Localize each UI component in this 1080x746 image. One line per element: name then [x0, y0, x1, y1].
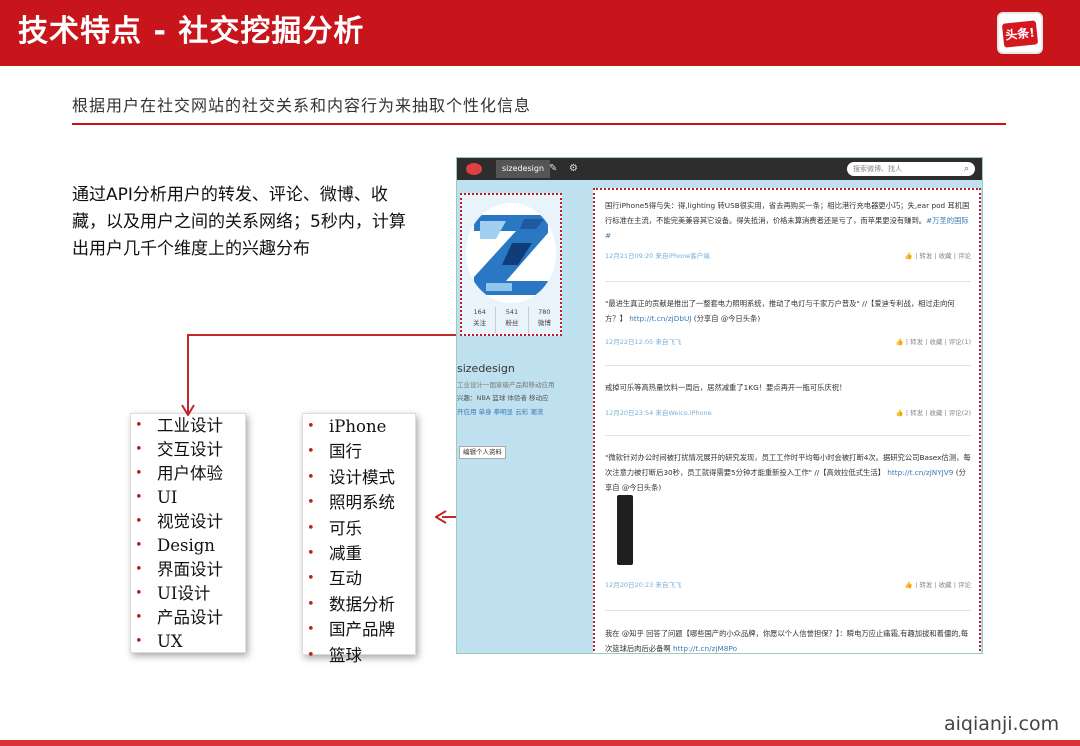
list-item: UX — [131, 630, 245, 654]
post-meta: 12月20日23:54 来自Weico.iPhone 👍 | 转发 | 收藏 |… — [605, 407, 971, 417]
post-divider — [605, 610, 971, 611]
like-icon: 👍 — [895, 338, 904, 346]
feed-post: 我在 @知乎 回答了问题【哪些国产的小众品牌，你愿以个人信誉担保？】：瞬电万应止… — [605, 626, 971, 653]
post-divider — [605, 365, 971, 366]
gear-icon[interactable]: ⚙ — [569, 163, 578, 175]
list-item: 工业设计 — [131, 414, 245, 438]
search-input[interactable]: 搜索微博、找人 ⌕ — [847, 162, 975, 176]
post-link[interactable]: http://t.cn/zjNYJV9 — [887, 468, 953, 477]
weibo-feed: 国行iPhone5得与失：得,lighting 转USB很实用，省去再购买一条；… — [593, 188, 981, 653]
post-time[interactable]: 12月20日23:54 来自Weico.iPhone — [605, 409, 712, 417]
post-time[interactable]: 12月22日12:05 来自飞飞 — [605, 338, 681, 346]
list-item: 交互设计 — [131, 438, 245, 462]
feed-post: "微软针对办公时间被打扰情况展开的研究发现，员工工作时平均每小时会被打断4次。据… — [605, 450, 971, 495]
like-icon: 👍 — [904, 252, 914, 260]
profile-tags: 兴趣：NBA 篮球 体验者 移动应 — [457, 394, 549, 402]
watermark-text: aiqianji.com — [944, 713, 1060, 735]
list-item: 用户体验 — [131, 462, 245, 486]
search-icon[interactable]: ⌕ — [964, 162, 969, 176]
connector-line-profile-v — [187, 334, 189, 414]
profile-stats: 164 关注 541 粉丝 780 微博 — [464, 307, 560, 333]
post-text: "最进生真正的贡献是推出了一整套电力照明系统，推动了电灯与千家万户普及" //【… — [605, 299, 955, 323]
post-time[interactable]: 12月21日09:20 来自iPhone客户端 — [605, 252, 710, 260]
list-item: UI — [131, 486, 245, 510]
subtitle-divider — [72, 123, 1006, 125]
feed-post: 戒掉可乐等高热量饮料一周后，居然减重了1KG！要点再开一瓶可乐庆祝！ — [605, 380, 971, 395]
post-actions[interactable]: 👍 | 转发 | 收藏 | 评论 — [905, 579, 971, 589]
header-bar: 技术特点 - 社交挖掘分析 头条! — [0, 0, 1080, 66]
weibo-screenshot: sizedesign ✎ ⚙ 搜索微博、找人 ⌕ 164 关注 541 粉丝 7… — [456, 157, 983, 654]
list-item: 减重 — [303, 541, 415, 567]
post-meta: 12月21日09:20 来自iPhone客户端 👍 | 转发 | 收藏 | 评论 — [605, 250, 971, 260]
post-link[interactable]: http://t.cn/zjM8Po — [673, 644, 737, 653]
list-item: 数据分析 — [303, 592, 415, 618]
content-interest-list: iPhone 国行 设计模式 照明系统 可乐 减重 互动 数据分析 国产品牌 篮… — [302, 413, 416, 668]
compose-icon[interactable]: ✎ — [549, 163, 557, 175]
toutiao-logo: 头条! — [997, 12, 1043, 54]
username-tab[interactable]: sizedesign — [496, 160, 551, 178]
post-text: 戒掉可乐等高热量饮料一周后，居然减重了1KG！要点再开一瓶可乐庆祝！ — [605, 383, 847, 392]
list-item: UI设计 — [131, 582, 245, 606]
profile-description: 工业设计一国家级产品和移动应用 — [457, 381, 555, 389]
list-item: 互动 — [303, 566, 415, 592]
arrow-down-icon — [181, 404, 195, 416]
avatar[interactable] — [466, 203, 556, 303]
list-item: 国行 — [303, 439, 415, 465]
list-item: Design — [131, 534, 245, 558]
post-divider — [605, 435, 971, 436]
description-text: 通过API分析用户的转发、评论、微博、收藏，以及用户之间的关系网络；5秒内，计算… — [72, 185, 406, 259]
logo-text: 头条! — [1001, 20, 1039, 48]
list-item: 设计模式 — [303, 465, 415, 491]
profile-interest-list: 工业设计 交互设计 用户体验 UI 视觉设计 Design 界面设计 UI设计 … — [130, 413, 246, 654]
stat-following[interactable]: 164 关注 — [464, 307, 497, 333]
page-title: 技术特点 - 社交挖掘分析 — [18, 14, 365, 49]
post-link[interactable]: http://t.cn/zjDbUJ — [629, 314, 691, 323]
arrow-left-icon — [435, 510, 447, 524]
footer-bar — [0, 740, 1080, 746]
post-actions[interactable]: 👍 | 转发 | 收藏 | 评论(2) — [896, 407, 971, 417]
profile-tags-links[interactable]: 开应用 单身 拳明显 云彩 潮流 — [457, 406, 567, 418]
connector-line-profile-h — [187, 334, 459, 336]
weibo-logo-icon — [466, 163, 482, 175]
list-item: iPhone — [303, 414, 415, 440]
post-actions[interactable]: 👍 | 转发 | 收藏 | 评论(1) — [896, 336, 971, 346]
post-text: 国行iPhone5得与失：得,lighting 转USB很实用，省去再购买一条；… — [605, 201, 970, 240]
edit-profile-button[interactable]: 编辑个人资料 — [459, 446, 506, 459]
post-image-thumbnail[interactable] — [617, 495, 633, 565]
list-item: 国产品牌 — [303, 617, 415, 643]
profile-card: 164 关注 541 粉丝 780 微博 — [460, 193, 562, 336]
list-item: 可乐 — [303, 516, 415, 542]
weibo-topbar: sizedesign ✎ ⚙ 搜索微博、找人 ⌕ — [457, 158, 982, 180]
post-divider — [605, 281, 971, 282]
avatar-z-logo — [466, 203, 556, 303]
feed-post: 国行iPhone5得与失：得,lighting 转USB很实用，省去再购买一条；… — [605, 198, 971, 243]
search-placeholder: 搜索微博、找人 — [853, 165, 902, 173]
stat-posts[interactable]: 780 微博 — [529, 307, 560, 333]
profile-name: sizedesign — [457, 362, 515, 375]
like-icon: 👍 — [904, 581, 914, 589]
list-item: 照明系统 — [303, 490, 415, 516]
post-text: 我在 @知乎 回答了问题【哪些国产的小众品牌，你愿以个人信誉担保？】：瞬电万应止… — [605, 629, 969, 653]
list-item: 界面设计 — [131, 558, 245, 582]
post-actions[interactable]: 👍 | 转发 | 收藏 | 评论 — [905, 250, 971, 260]
list-item: 篮球 — [303, 643, 415, 669]
list-item: 产品设计 — [131, 606, 245, 630]
feed-post: "最进生真正的贡献是推出了一整套电力照明系统，推动了电灯与千家万户普及" //【… — [605, 296, 971, 326]
post-meta: 12月22日12:05 来自飞飞 👍 | 转发 | 收藏 | 评论(1) — [605, 336, 971, 346]
slide-subtitle: 根据用户在社交网站的社交关系和内容行为来抽取个性化信息 — [72, 96, 532, 115]
post-time[interactable]: 12月20日20:23 来自飞飞 — [605, 581, 681, 589]
like-icon: 👍 — [895, 409, 904, 417]
post-meta: 12月20日20:23 来自飞飞 👍 | 转发 | 收藏 | 评论 — [605, 579, 971, 589]
list-item: 视觉设计 — [131, 510, 245, 534]
post-text: "微软针对办公时间被打扰情况展开的研究发现，员工工作时平均每小时会被打断4次。据… — [605, 453, 971, 492]
stat-followers[interactable]: 541 粉丝 — [496, 307, 529, 333]
